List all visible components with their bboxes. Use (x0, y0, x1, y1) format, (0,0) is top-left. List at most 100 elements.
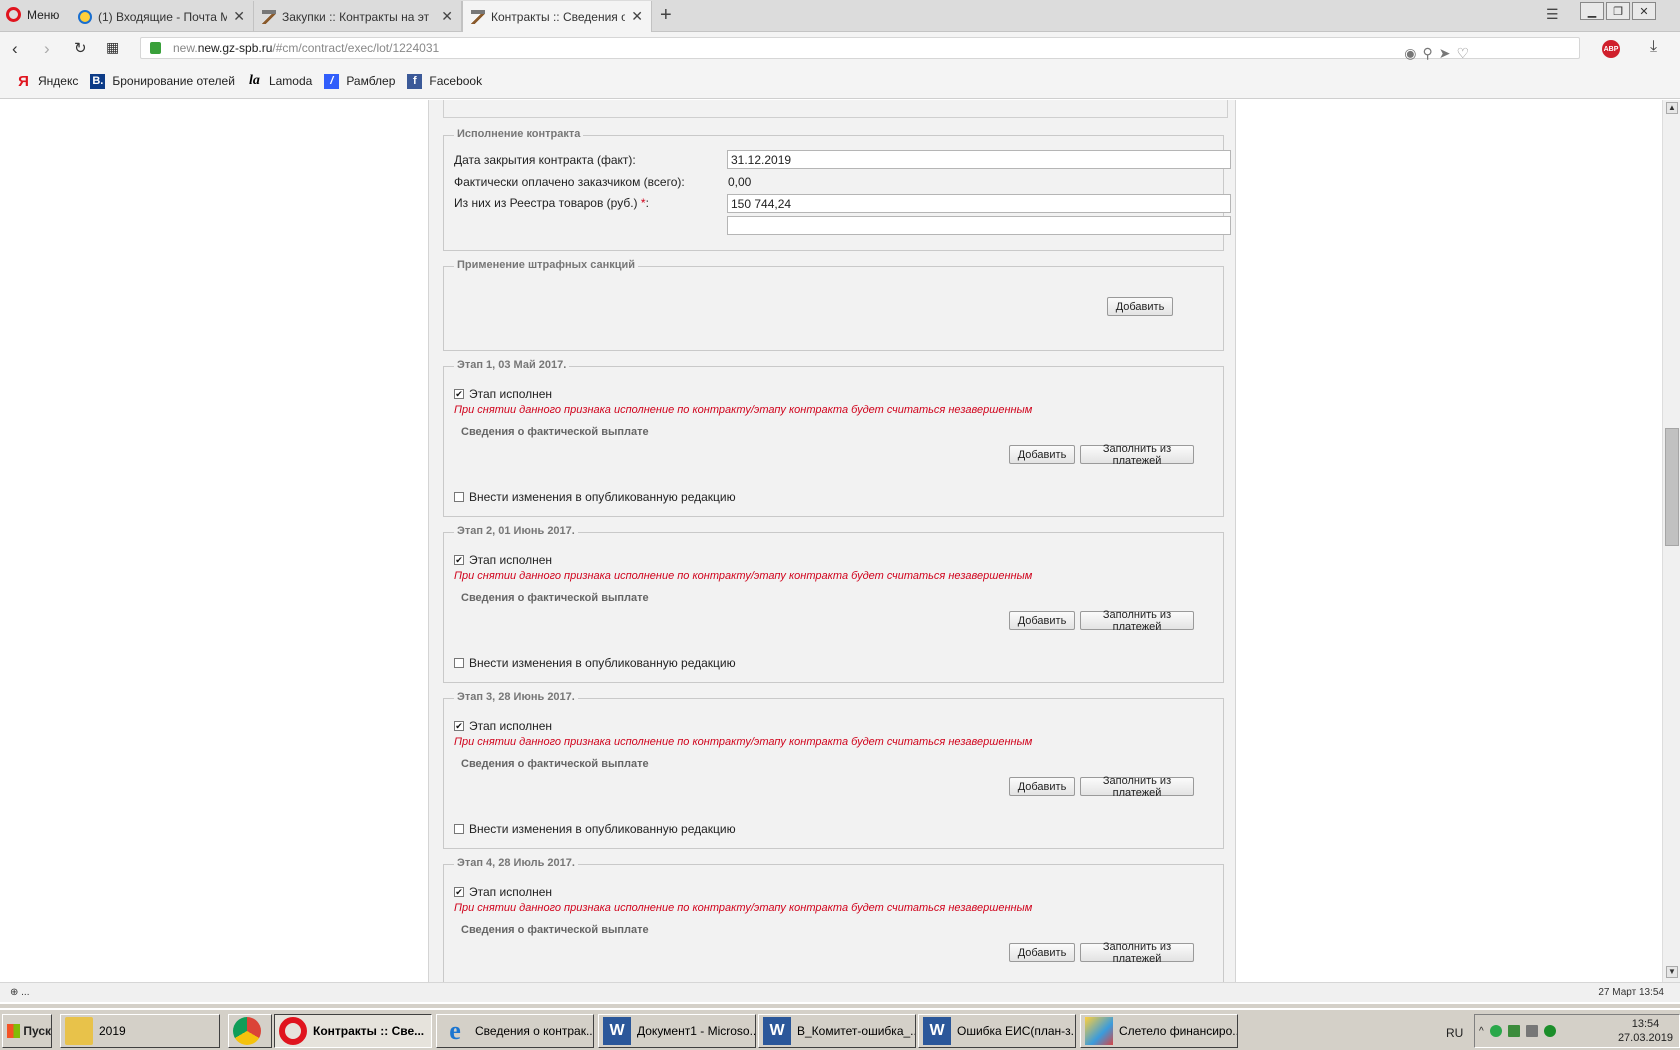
bookmark-yandex[interactable]: Я Яндекс (16, 73, 78, 90)
registry-amount-field[interactable] (727, 194, 1231, 213)
stage-done-checkbox[interactable]: ✔ (454, 555, 464, 565)
lamoda-icon: la (248, 73, 260, 88)
extra-field[interactable] (727, 216, 1231, 235)
reload-icon[interactable]: ↻ (74, 39, 87, 57)
taskbar-item-word-2[interactable]: W В_Комитет-ошибка_... (758, 1014, 916, 1048)
tray-clock[interactable]: 13:54 27.03.2019 (1618, 1017, 1673, 1045)
fill-from-payments-button[interactable]: Заполнить из платежей (1080, 609, 1194, 633)
scroll-down-icon[interactable]: ▼ (1666, 966, 1678, 978)
stage-legend: Этап 1, 03 Май 2017. (454, 359, 570, 371)
chrome-icon (233, 1017, 261, 1045)
stage-done-checkbox[interactable]: ✔ (454, 721, 464, 731)
execution-fieldset: Исполнение контракта Дата закрытия контр… (443, 128, 1231, 251)
new-tab-icon[interactable]: + (660, 4, 672, 27)
scroll-thumb[interactable] (1665, 428, 1679, 546)
url-actions: ◉ ⚲ ➤ ♡ (1404, 45, 1469, 62)
taskbar-item-ie[interactable]: e Сведения о контрак... (436, 1014, 594, 1048)
taskbar-item-paint[interactable]: Слетело финансиро... (1080, 1014, 1238, 1048)
scroll-up-icon[interactable]: ▲ (1666, 102, 1678, 114)
add-payment-button[interactable]: Добавить (1009, 611, 1075, 630)
add-payment-button[interactable]: Добавить (1009, 777, 1075, 796)
bookmark-label: Рамблер (346, 74, 396, 88)
bookmark-booking[interactable]: B. Бронирование отелей (90, 73, 235, 89)
whatsapp-icon[interactable] (1489, 1025, 1502, 1037)
adblock-icon[interactable]: ABP (1602, 40, 1620, 58)
clock-time: 13:54 (1631, 1018, 1660, 1030)
antivirus-icon[interactable] (1543, 1025, 1556, 1037)
fill-from-payments-button[interactable]: Заполнить из платежей (1080, 775, 1194, 799)
minimize-icon[interactable]: ▁ (1580, 2, 1604, 20)
status-bar: ⊕ ... 27 Март 13:54 (0, 982, 1680, 1002)
close-window-icon[interactable]: ✕ (1632, 2, 1656, 20)
taskbar-item-folder[interactable]: 2019 (60, 1014, 220, 1048)
stage-warning: При снятии данного признака исполнение п… (454, 570, 1033, 582)
bookmark-rambler[interactable]: / Рамблер (324, 73, 396, 89)
stage-legend: Этап 2, 01 Июнь 2017. (454, 525, 578, 537)
restore-icon[interactable]: ❐ (1606, 2, 1630, 20)
bookmark-label: Lamoda (268, 74, 313, 88)
stage-done-checkbox[interactable]: ✔ (454, 389, 464, 399)
paint-icon (1085, 1017, 1113, 1045)
tab-title: (1) Входящие - Почта Mail.R (98, 9, 227, 24)
mail-tray-icon[interactable] (1507, 1025, 1520, 1037)
language-indicator[interactable]: RU (1446, 1026, 1463, 1040)
edit-published-checkbox[interactable] (454, 824, 464, 834)
start-button[interactable]: Пуск (2, 1014, 52, 1048)
speed-dial-icon[interactable]: ▦ (106, 39, 119, 56)
url-field[interactable]: new. new.gz-spb.ru/#cm/contract/exec/lot/… (140, 37, 1580, 62)
network-icon[interactable] (1525, 1025, 1538, 1037)
tab-contracts[interactable]: Контракты :: Сведения об и ✕ (462, 1, 652, 32)
add-payment-button[interactable]: Добавить (1009, 943, 1075, 962)
fill-from-payments-button[interactable]: Заполнить из платежей (1080, 941, 1194, 965)
stage-done-checkbox[interactable]: ✔ (454, 887, 464, 897)
lock-icon (150, 42, 161, 54)
stage-fieldset: Этап 1, 03 Май 2017. ✔ Этап исполнен При сн… (443, 359, 1224, 517)
tab-zakupki[interactable]: Закупки :: Контракты на эт ✕ (254, 1, 462, 32)
opera-icon (279, 1017, 307, 1045)
stage-legend: Этап 4, 28 Июль 2017. (454, 857, 578, 869)
paid-value: 0,00 (728, 175, 752, 189)
payments-heading: Сведения о фактической выплате (461, 758, 649, 770)
edit-published-checkbox[interactable] (454, 492, 464, 502)
download-icon[interactable]: ⤓ (1650, 38, 1657, 56)
send-icon[interactable]: ➤ (1439, 45, 1451, 62)
taskbar-item-word-1[interactable]: W Документ1 - Microso... (598, 1014, 756, 1048)
stage-fieldset: Этап 2, 01 Июнь 2017. ✔ Этап исполнен При с… (443, 525, 1224, 683)
close-tab-icon[interactable]: ✕ (441, 8, 453, 25)
heart-icon[interactable]: ♡ (1456, 45, 1469, 62)
word-icon: W (603, 1017, 631, 1045)
back-icon[interactable]: ‹ (12, 39, 18, 59)
taskbar-label: 2019 (99, 1024, 126, 1038)
close-tab-icon[interactable]: ✕ (233, 8, 245, 25)
tab-menu-icon[interactable]: ☰ (1546, 6, 1559, 23)
taskbar-label: Документ1 - Microso... (637, 1024, 756, 1038)
bookmark-lamoda[interactable]: la Lamoda (247, 73, 313, 89)
close-tab-icon[interactable]: ✕ (631, 8, 643, 25)
tab-mail[interactable]: (1) Входящие - Почта Mail.R ✕ (70, 1, 254, 32)
taskbar-item-chrome[interactable] (228, 1014, 272, 1048)
add-payment-button[interactable]: Добавить (1009, 445, 1075, 464)
taskbar-item-word-3[interactable]: W Ошибка ЕИС(план-з... (918, 1014, 1076, 1048)
close-date-field[interactable] (727, 150, 1231, 169)
execution-legend: Исполнение контракта (454, 128, 584, 140)
snapshot-icon[interactable]: ◉ (1404, 45, 1416, 62)
stage-warning: При снятии данного признака исполнение п… (454, 902, 1033, 914)
contract-form: Исполнение контракта Дата закрытия контр… (428, 100, 1236, 982)
search-icon[interactable]: ⚲ (1422, 45, 1432, 62)
edit-published-checkbox[interactable] (454, 658, 464, 668)
url-host: new.gz-spb.ru (197, 41, 273, 55)
bookmarks-bar: Я Яндекс B. Бронирование отелей la Lamoda /… (0, 64, 1680, 99)
status-right: 27 Март 13:54 (1598, 987, 1664, 998)
tray-expand-icon[interactable]: ^ (1479, 1026, 1484, 1037)
forward-icon[interactable]: › (44, 39, 50, 59)
taskbar-item-opera[interactable]: Контракты :: Све... (274, 1014, 432, 1048)
add-penalty-button[interactable]: Добавить (1107, 297, 1173, 316)
fill-from-payments-button[interactable]: Заполнить из платежей (1080, 443, 1194, 467)
page-scrollbar[interactable]: ▲ ▼ (1662, 100, 1680, 982)
browser-tab-strip: Меню (1) Входящие - Почта Mail.R ✕ Закуп… (0, 0, 1680, 32)
opera-menu-button[interactable]: Меню (6, 7, 59, 22)
stage-fieldset: Этап 4, 28 Июль 2017. ✔ Этап исполнен При с… (443, 857, 1224, 982)
previous-section-edge (443, 100, 1228, 118)
start-label: Пуск (23, 1024, 51, 1038)
bookmark-facebook[interactable]: f Facebook (407, 73, 482, 89)
